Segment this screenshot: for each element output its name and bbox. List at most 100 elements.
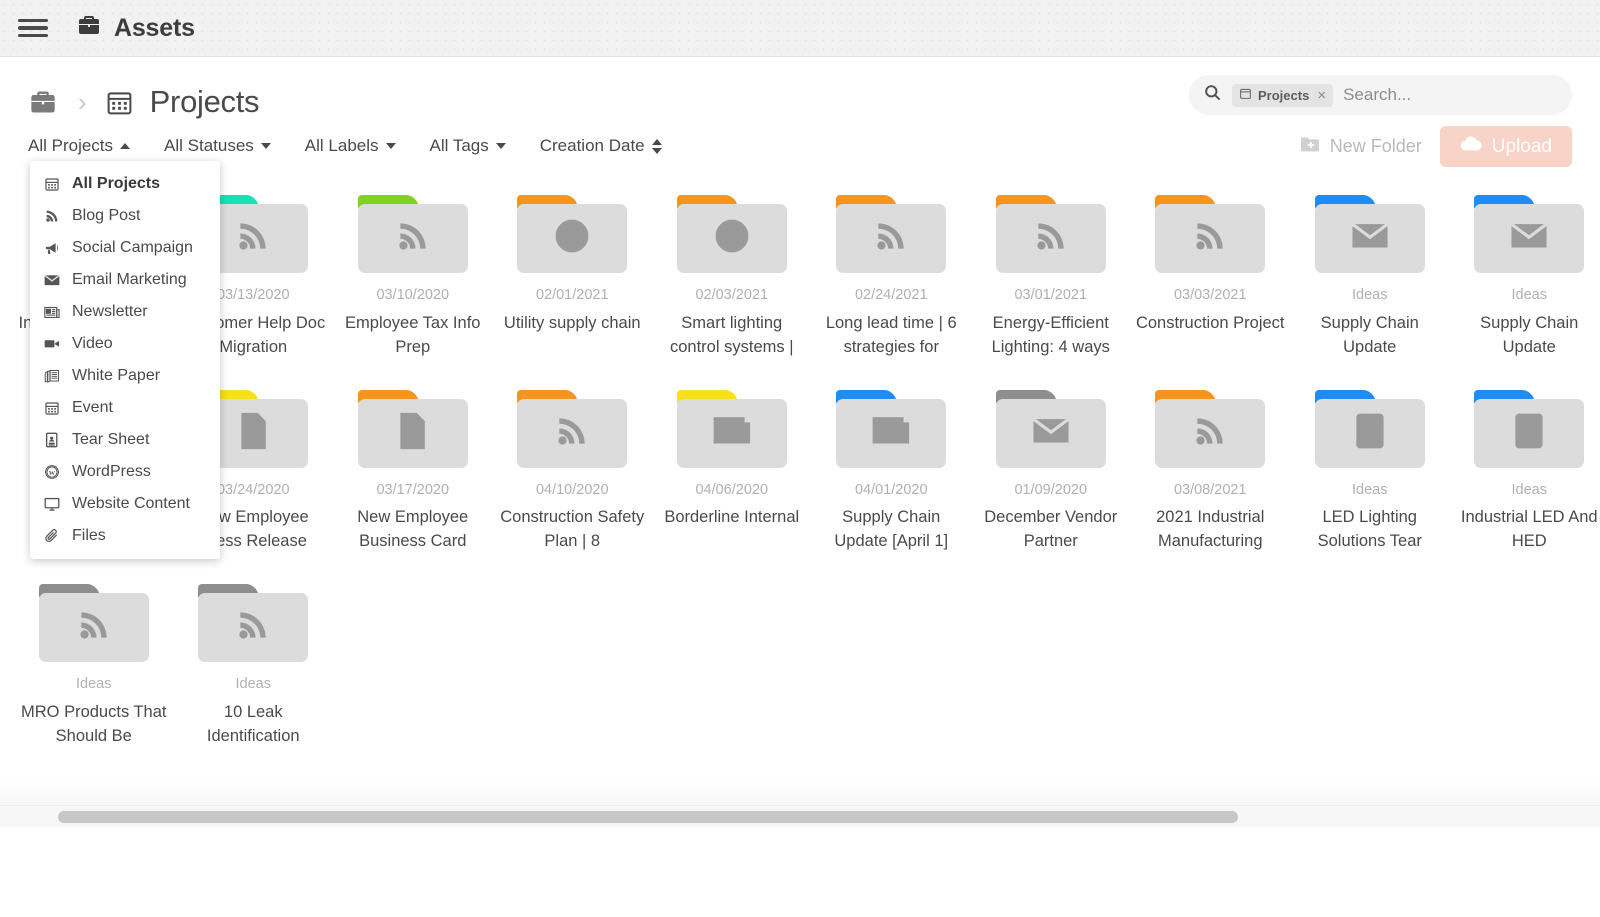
folder-body [1155,399,1265,468]
asset-card[interactable]: Ideas MRO Products That Should Be [14,570,174,765]
asset-card[interactable]: IdeasSupply Chain Update [1450,181,1600,376]
app-header: Assets [0,0,1600,57]
asset-name: Smart lighting control systems | [656,312,808,360]
asset-name: LED Lighting Solutions Tear [1294,506,1446,554]
asset-card[interactable]: IdeasIndustrial LED And HED [1450,376,1600,571]
filter-label: All Labels [305,136,379,156]
filter-all-tags[interactable]: All Tags [430,136,506,156]
chevron-down-icon [261,143,271,149]
asset-grid: IdeasIndustrial Expo - Las Vegas 03/13/2… [0,181,1600,765]
asset-date: Ideas [18,674,170,696]
dropdown-item-white-paper[interactable]: White Paper [30,360,220,392]
breadcrumb-separator: › [78,87,87,118]
scrollbar-thumb[interactable] [58,811,1238,823]
dropdown-item-tear-sheet[interactable]: Tear Sheet [30,424,220,456]
envelope-icon [1510,221,1548,256]
document-icon [397,412,428,455]
asset-card[interactable]: 03/08/20212021 Industrial Manufacturing [1131,376,1291,571]
chip-remove-icon[interactable]: × [1317,87,1326,104]
folder-thumbnail [996,195,1106,273]
dropdown-item-wordpress[interactable]: W WordPress [30,456,220,488]
breadcrumb-root-icon[interactable] [28,88,58,116]
rss-icon [872,217,910,260]
asset-date: Ideas [1294,480,1446,502]
asset-name: Employee Tax Info Prep [337,312,489,360]
asset-card[interactable]: 03/01/2021Energy-Efficient Lighting: 4 w… [971,181,1131,376]
dropdown-item-newsletter[interactable]: Newsletter [30,296,220,328]
asset-card[interactable]: IdeasSupply Chain Update [1290,181,1450,376]
dropdown-item-label: White Paper [72,367,160,385]
dropdown-item-video[interactable]: Video [30,328,220,360]
asset-card[interactable]: W02/03/2021Smart lighting control system… [652,181,812,376]
newspaper-icon [42,306,61,319]
asset-name: Supply Chain Update [1454,312,1600,360]
asset-name: 10 Leak Identification [178,701,330,749]
folder-thumbnail [836,195,946,273]
breadcrumb: › Projects Projects × [0,57,1600,125]
dropdown-item-event[interactable]: Event [30,392,220,424]
asset-name: New Employee Business Card [337,506,489,554]
upload-button[interactable]: Upload [1440,126,1572,167]
asset-date: 03/10/2020 [337,285,489,307]
folder-body [1155,204,1265,273]
sort-icon [652,139,662,154]
app-title: Assets [76,13,195,44]
dropdown-item-website-content[interactable]: Website Content [30,488,220,520]
dropdown-item-social-campaign[interactable]: Social Campaign [30,232,220,264]
filter-all-labels[interactable]: All Labels [305,136,396,156]
asset-date: 03/08/2021 [1135,480,1287,502]
svg-text:W: W [565,230,580,247]
search-filter-chip[interactable]: Projects × [1232,84,1333,107]
asset-card[interactable]: 04/10/2020Construction Safety Plan | 8 [493,376,653,571]
hamburger-icon[interactable] [18,17,48,39]
folder-body [198,593,308,662]
dropdown-item-label: WordPress [72,463,151,481]
dropdown-item-files[interactable]: Files [30,520,220,552]
asset-card[interactable]: 03/03/2021Construction Project [1131,181,1291,376]
scroll-fade [0,779,1600,805]
folder-thumbnail [1474,195,1584,273]
asset-name: December Vendor Partner [975,506,1127,554]
search-input[interactable] [1343,85,1564,105]
asset-card[interactable]: Ideas LED Lighting Solutions Tear [1290,376,1450,571]
filter-all-statuses[interactable]: All Statuses [164,136,271,156]
new-folder-button[interactable]: New Folder [1300,135,1422,158]
wordpress-icon: W [42,464,61,480]
asset-card[interactable]: W02/01/2021Utility supply chain [493,181,653,376]
folder-body [996,399,1106,468]
chip-calendar-icon [1239,87,1252,103]
filter-all-projects[interactable]: All Projects [28,136,130,156]
asset-card[interactable]: 03/10/2020 Employee Tax Info Prep [333,181,493,376]
folder-body [517,399,627,468]
asset-grid-container: IdeasIndustrial Expo - Las Vegas 03/13/2… [0,167,1600,827]
asset-card[interactable]: 03/17/2020New Employee Business Card [333,376,493,571]
folder-thumbnail [358,390,468,468]
dropdown-item-label: All Projects [72,175,160,193]
asset-card[interactable]: 02/24/2021Long lead time | 6 strategies … [812,181,972,376]
dropdown-item-label: Video [72,335,113,353]
asset-date: 04/06/2020 [656,480,808,502]
dropdown-item-blog-post[interactable]: Blog Post [30,200,220,232]
folder-body: W [677,204,787,273]
toolbar-actions: New Folder Upload [1300,126,1572,167]
folder-body [836,399,946,468]
asset-card[interactable]: 04/06/2020 Borderline Internal [652,376,812,571]
asset-name: Borderline Internal [656,506,808,530]
filter-creation-date[interactable]: Creation Date [540,136,662,156]
search-bar[interactable]: Projects × [1189,75,1572,115]
dropdown-item-email-marketing[interactable]: Email Marketing [30,264,220,296]
asset-date: 02/01/2021 [497,285,649,307]
asset-name: MRO Products That Should Be [18,701,170,749]
rss-icon [234,217,272,260]
asset-card[interactable]: 04/01/2020Supply Chain Update [April 1] [812,376,972,571]
rss-icon [1191,217,1229,260]
horizontal-scrollbar[interactable] [0,805,1600,827]
folder-thumbnail [1155,390,1265,468]
asset-card[interactable]: Ideas10 Leak Identification [174,570,334,765]
asset-name: Long lead time | 6 strategies for [816,312,968,360]
project-type-dropdown: All Projects Blog Post Social Campaign E… [30,161,220,559]
search-icon [1203,83,1222,107]
dropdown-item-all-projects[interactable]: All Projects [30,168,220,200]
asset-card[interactable]: 01/09/2020December Vendor Partner [971,376,1131,571]
tear-sheet-icon [1513,412,1545,455]
